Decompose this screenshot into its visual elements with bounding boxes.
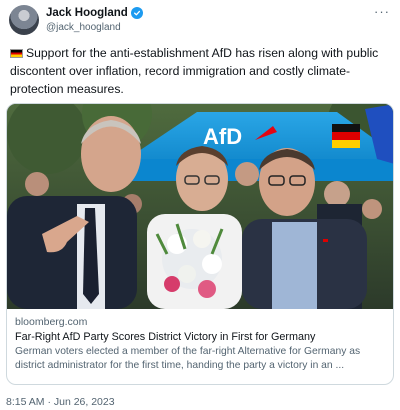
handle[interactable]: @jack_hoogland <box>46 22 121 33</box>
germany-flag-icon <box>10 49 23 58</box>
avatar[interactable] <box>9 5 39 35</box>
tweet[interactable]: Jack Hoogland @jack_hoogland ··· Support… <box>0 0 400 410</box>
verified-badge-icon <box>130 7 143 19</box>
card-description: German voters elected a member of the fa… <box>15 346 361 371</box>
news-photo: AfD <box>7 104 393 309</box>
display-name[interactable]: Jack Hoogland <box>46 7 128 19</box>
more-options-icon[interactable]: ··· <box>374 5 390 18</box>
tweet-header: Jack Hoogland @jack_hoogland ··· <box>6 5 394 37</box>
timestamp[interactable]: 8:15 AM · Jun 26, 2023 <box>6 396 115 408</box>
card-domain[interactable]: bloomberg.com <box>15 315 385 330</box>
afd-tent-sign: AfD <box>203 124 242 149</box>
name-row: Jack Hoogland <box>46 7 143 19</box>
card-title[interactable]: Far-Right AfD Party Scores District Vict… <box>15 330 385 345</box>
tweet-text: Support for the anti-establishment AfD h… <box>10 44 392 98</box>
card-image[interactable]: AfD <box>7 104 393 309</box>
tweet-body: Support for the anti-establishment AfD h… <box>10 46 379 96</box>
link-card[interactable]: AfD bloomberg.com Far-Right AfD Party Sc… <box>6 103 394 385</box>
card-meta: bloomberg.com Far-Right AfD Party Scores… <box>7 309 393 373</box>
